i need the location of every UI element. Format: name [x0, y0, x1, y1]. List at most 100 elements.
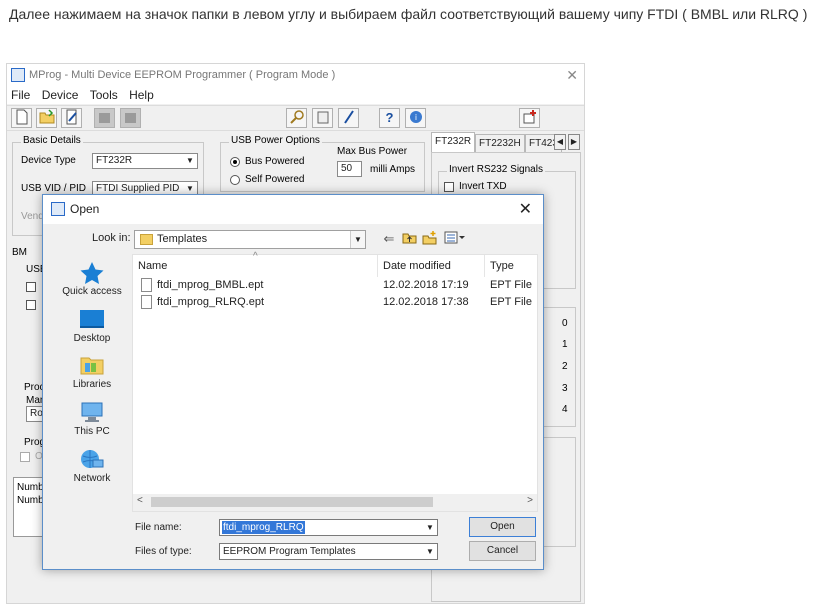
tab-ft232r[interactable]: FT232R [431, 132, 476, 152]
column-header-name[interactable]: Name [138, 260, 167, 272]
place-label: Quick access [62, 286, 122, 297]
files-of-type-label: Files of type: [135, 546, 192, 557]
up-folder-icon[interactable] [400, 231, 418, 247]
open-folder-icon[interactable] [36, 108, 57, 128]
close-icon[interactable]: ✕ [566, 64, 578, 86]
star-icon [79, 261, 105, 284]
column-header-date[interactable]: Date modified [383, 260, 451, 272]
vid-pid-value: FTDI Supplied PID [96, 183, 180, 194]
bus-powered-label: Bus Powered [245, 156, 305, 167]
file-type: EPT File [490, 279, 532, 291]
place-libraries[interactable]: Libraries [51, 354, 133, 390]
desktop-icon [79, 308, 105, 330]
program-icon[interactable] [338, 108, 359, 128]
file-date: 12.02.2018 17:38 [383, 296, 469, 308]
device-type-select[interactable]: FT232R ▼ [92, 153, 198, 169]
look-in-select[interactable]: Templates ▼ [134, 230, 366, 249]
place-label: This PC [74, 426, 110, 437]
menu-device[interactable]: Device [38, 86, 83, 104]
back-arrow-icon[interactable]: ⇐ [380, 231, 398, 247]
numb-label: Numb [17, 482, 44, 493]
place-this-pc[interactable]: This PC [51, 401, 133, 437]
place-network[interactable]: Network [51, 448, 133, 484]
place-desktop[interactable]: Desktop [51, 308, 133, 344]
toolbar: ? i [7, 105, 584, 131]
chevron-down-icon[interactable]: ▼ [423, 520, 437, 535]
dialog-title-bar: Open ✕ [43, 195, 543, 224]
column-divider [484, 255, 485, 277]
invert-signals-title: Invert RS232 Signals [447, 164, 545, 175]
about-icon[interactable]: i [405, 108, 426, 128]
menu-help[interactable]: Help [125, 86, 158, 104]
self-powered-radio[interactable] [230, 175, 240, 185]
cancel-button[interactable]: Cancel [469, 541, 536, 561]
mprog-title-bar: MProg - Multi Device EEPROM Programmer (… [7, 64, 584, 86]
invert-txd-checkbox[interactable] [444, 182, 454, 192]
invert-txd-label: Invert TXD [459, 181, 507, 192]
place-label: Network [73, 473, 111, 484]
cbus-digit: 4 [562, 404, 568, 415]
max-bus-power-input[interactable]: 50 [337, 161, 362, 177]
column-divider [377, 255, 378, 277]
cbus-digit: 2 [562, 361, 568, 372]
self-powered-label: Self Powered [245, 174, 305, 185]
chevron-down-icon: ▼ [186, 156, 194, 165]
exit-icon[interactable] [519, 108, 540, 128]
erase-icon[interactable] [312, 108, 333, 128]
chevron-right-icon[interactable]: ▶ [568, 134, 580, 150]
search-icon[interactable] [286, 108, 307, 128]
file-type: EPT File [490, 296, 532, 308]
scroll-thumb[interactable] [151, 497, 433, 507]
chevron-down-icon: ▼ [350, 231, 365, 248]
help-icon[interactable]: ? [379, 108, 400, 128]
app-icon [51, 202, 65, 216]
column-header-type[interactable]: Type [490, 260, 514, 272]
place-quick-access[interactable]: Quick access [51, 261, 133, 297]
files-of-type-value: EEPROM Program Templates [223, 546, 356, 557]
instruction-text: Далее нажимаем на значок папки в левом у… [9, 6, 808, 22]
cbus-digit: 0 [562, 318, 568, 329]
new-folder-icon[interactable] [420, 231, 438, 248]
open-button[interactable]: Open [469, 517, 536, 537]
file-name-input[interactable]: ftdi_mprog_RLRQ ▼ [219, 519, 438, 536]
usb-power-group: USB Power Options Bus Powered Self Power… [220, 135, 425, 192]
sort-caret-icon: ^ [253, 251, 258, 262]
menu-file[interactable]: File [7, 86, 34, 104]
svg-text:i: i [414, 113, 416, 122]
file-name-label: File name: [135, 522, 182, 533]
disabled-icon [94, 108, 115, 128]
edit-icon[interactable] [61, 108, 82, 128]
disabled-icon [120, 108, 141, 128]
device-tabs: FT232R FT2232H FT423 ◀ ▶ [431, 132, 581, 152]
file-icon [141, 295, 152, 309]
look-in-value: Templates [157, 233, 208, 245]
file-name: ftdi_mprog_RLRQ.ept [157, 296, 264, 308]
view-menu-icon[interactable] [442, 231, 468, 247]
network-icon [79, 448, 105, 470]
menu-tools[interactable]: Tools [86, 86, 122, 104]
scroll-left-icon[interactable]: < [137, 495, 143, 506]
mprog-title: MProg - Multi Device EEPROM Programmer (… [29, 69, 336, 81]
file-row[interactable]: ftdi_mprog_RLRQ.ept 12.02.2018 17:38 EPT… [133, 294, 539, 311]
places-bar: Quick access Desktop Libraries This PC N… [51, 255, 133, 513]
bm-checkbox[interactable] [26, 300, 36, 310]
file-name: ftdi_mprog_BMBL.ept [157, 279, 264, 291]
horizontal-scrollbar[interactable]: < > [133, 494, 537, 511]
basic-details-title: Basic Details [21, 135, 83, 146]
computer-icon [79, 401, 105, 423]
place-label: Desktop [73, 333, 111, 344]
libraries-icon [79, 354, 105, 376]
bus-powered-radio[interactable] [230, 157, 240, 167]
usb-power-title: USB Power Options [229, 135, 322, 146]
file-row[interactable]: ftdi_mprog_BMBL.ept 12.02.2018 17:19 EPT… [133, 277, 539, 294]
scroll-right-icon[interactable]: > [527, 495, 533, 506]
tab-ft2232h[interactable]: FT2232H [475, 134, 525, 152]
files-of-type-select[interactable]: EEPROM Program Templates ▼ [219, 543, 438, 560]
chevron-left-icon[interactable]: ◀ [554, 134, 566, 150]
prog-checkbox[interactable] [20, 452, 30, 462]
bm-checkbox[interactable] [26, 282, 36, 292]
close-icon[interactable]: ✕ [519, 195, 532, 224]
chevron-down-icon: ▼ [426, 547, 434, 556]
new-file-icon[interactable] [11, 108, 32, 128]
max-bus-power-value: 50 [341, 163, 353, 174]
